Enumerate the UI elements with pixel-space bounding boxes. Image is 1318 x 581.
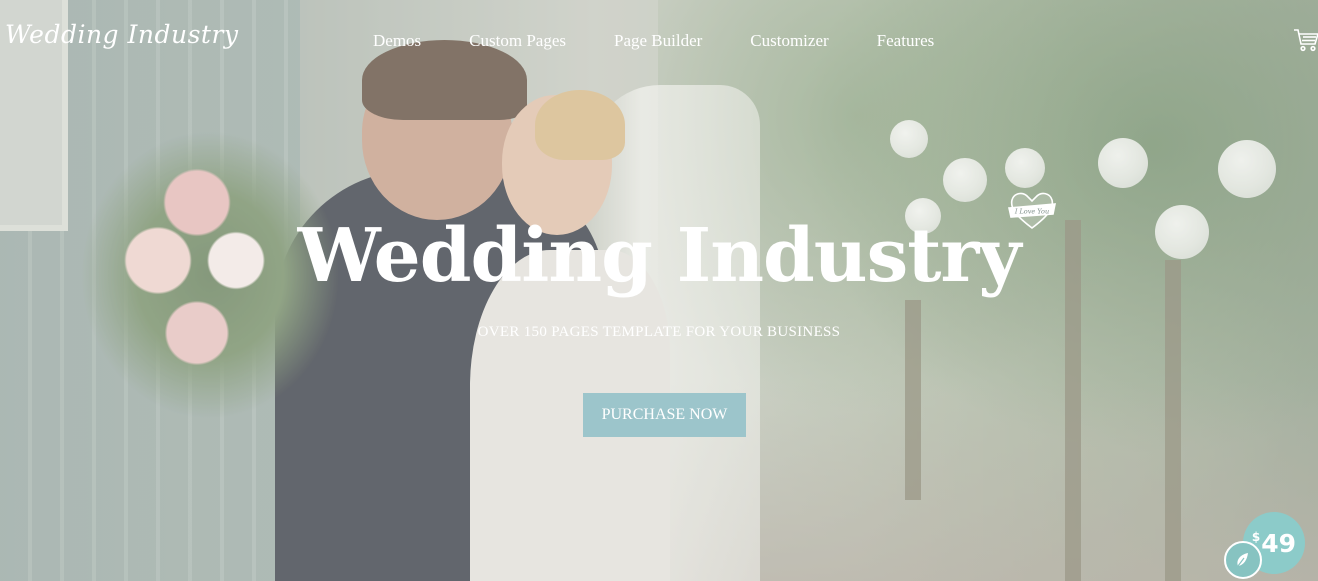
nav-item-features[interactable]: Features — [877, 31, 935, 51]
nav-item-page-builder[interactable]: Page Builder — [614, 31, 702, 51]
heart-badge-icon: I Love You — [1006, 188, 1058, 232]
hero-subtitle: OVER 150 PAGES TEMPLATE FOR YOUR BUSINES… — [477, 324, 841, 340]
main-nav: Demos Custom Pages Page Builder Customiz… — [373, 31, 982, 51]
nav-item-customizer[interactable]: Customizer — [750, 31, 828, 51]
envato-leaf-icon — [1224, 541, 1262, 579]
nav-item-demos[interactable]: Demos — [373, 31, 421, 51]
hero-title: Wedding Industry — [297, 213, 1022, 299]
svg-text:I Love You: I Love You — [1014, 208, 1049, 216]
purchase-now-button[interactable]: PURCHASE NOW — [583, 393, 746, 437]
price-amount: 49 — [1261, 528, 1297, 558]
site-logo[interactable]: Wedding Industry — [5, 20, 239, 49]
shopping-cart-icon[interactable] — [1293, 27, 1318, 53]
nav-item-custom-pages[interactable]: Custom Pages — [469, 31, 566, 51]
price-currency: $ — [1251, 530, 1261, 544]
hero-section: Wedding Industry Demos Custom Pages Page… — [0, 0, 1318, 581]
